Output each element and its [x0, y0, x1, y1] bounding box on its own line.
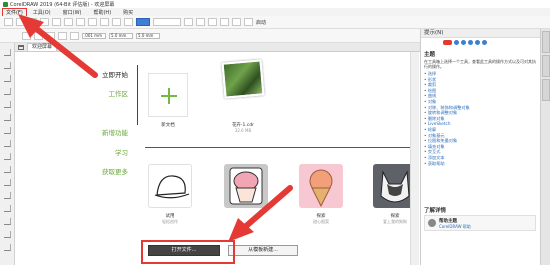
docker-tab-properties[interactable]	[541, 55, 550, 77]
docker-icon-row	[421, 38, 540, 47]
more-icon[interactable]	[482, 40, 487, 45]
help-link[interactable]: CorelDRAW 帮助	[439, 224, 471, 230]
topic-link[interactable]: 获取帮助	[424, 161, 537, 167]
book-icon[interactable]	[468, 40, 473, 45]
hints-docker: 提示(N) 主题 在工具箱上选择一个工具，查看此工具的操作方式以及可对其执行的操…	[420, 29, 540, 265]
learn-more-heading: 了解详情	[424, 208, 447, 214]
docker-title: 提示(N)	[421, 29, 540, 38]
topics-list: 选择 形状 裁剪 绘图 曲线 对象 对称、装饰和调整对象 旋转和调整对象 删除对…	[421, 69, 540, 168]
link-icon[interactable]	[475, 40, 480, 45]
search-icon[interactable]	[443, 40, 452, 45]
help-icon	[428, 219, 436, 227]
docker-tabs-strip	[540, 29, 550, 265]
video-icon[interactable]	[461, 40, 466, 45]
help-topics-card[interactable]: 帮助主题 CorelDRAW 帮助	[424, 215, 536, 231]
docker-tab-objects[interactable]	[541, 79, 550, 101]
docker-tab-hints[interactable]	[541, 31, 550, 53]
topics-description: 在工具箱上选择一个工具，查看此工具的操作方式以及可对其执行的操作。	[424, 59, 536, 69]
info-icon[interactable]	[454, 40, 459, 45]
topics-heading: 主题	[424, 52, 436, 58]
